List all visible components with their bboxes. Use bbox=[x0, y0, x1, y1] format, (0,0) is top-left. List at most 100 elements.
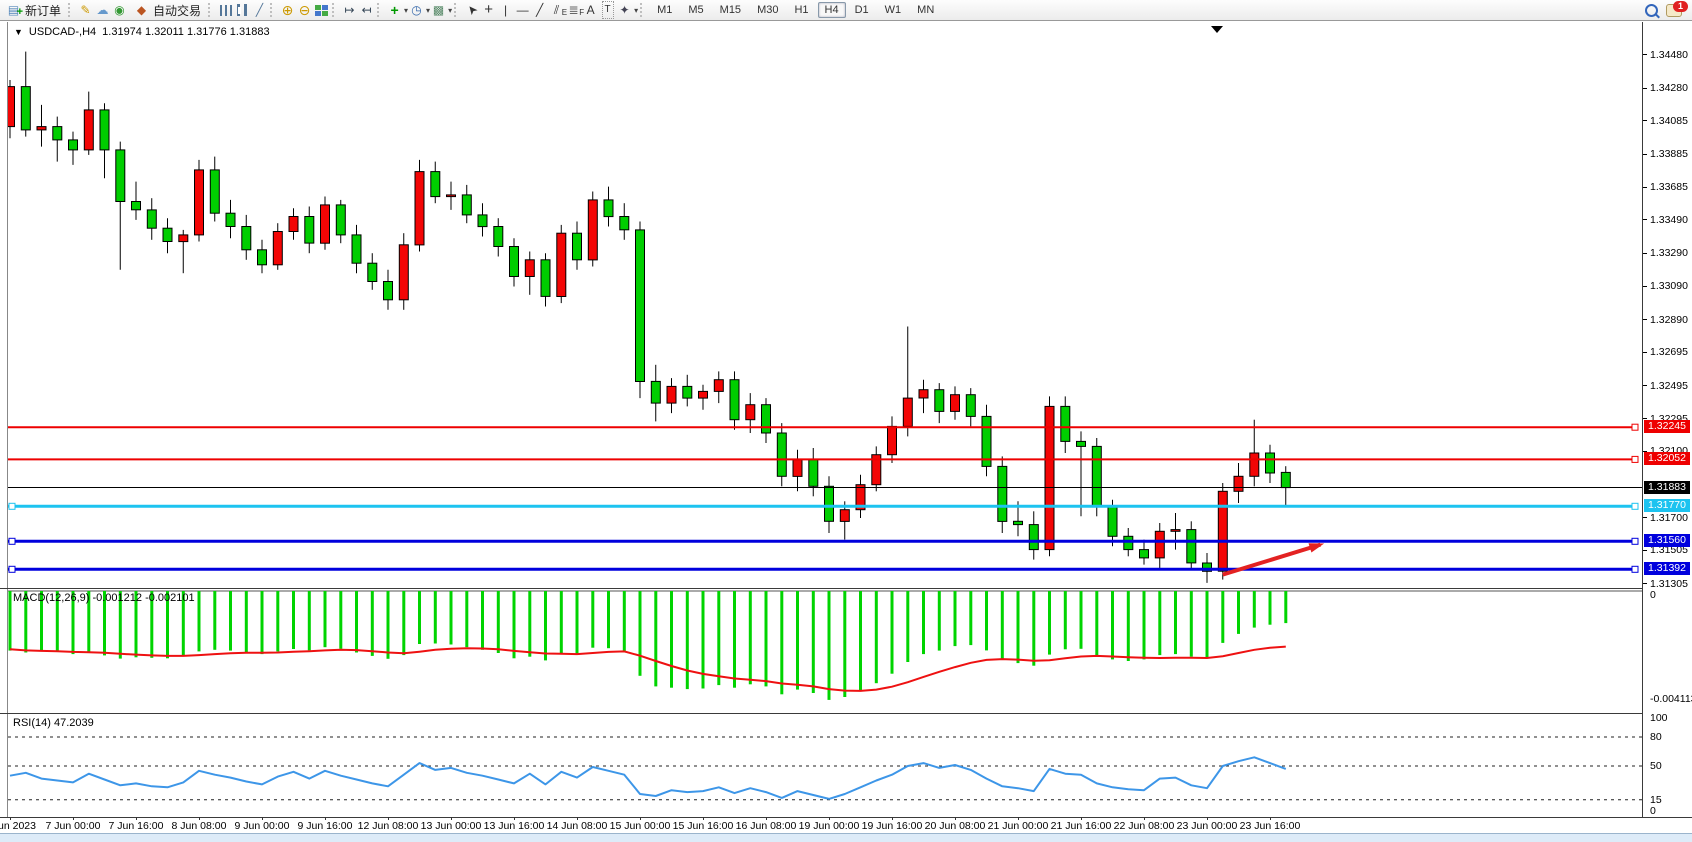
macd-panel[interactable]: MACD(12,26,9) -0.001212 -0.002101 bbox=[8, 589, 1642, 713]
candlestick-bear bbox=[258, 250, 267, 265]
timeframe-group: M1 M5 M15 M30 H1 H4 D1 W1 MN bbox=[649, 0, 942, 20]
candlestick-bear bbox=[683, 386, 692, 398]
macd-histogram-bar bbox=[418, 591, 421, 644]
macd-histogram-bar bbox=[497, 591, 500, 653]
timeframe-d1[interactable]: D1 bbox=[848, 2, 876, 18]
candlestick-bull bbox=[415, 172, 424, 245]
line-start-marker[interactable] bbox=[9, 566, 15, 572]
price-tick-mark bbox=[1643, 187, 1647, 188]
trendline-icon[interactable] bbox=[531, 2, 548, 18]
shapes-tool-icon[interactable] bbox=[616, 2, 633, 18]
tile-windows-icon[interactable] bbox=[313, 2, 330, 18]
timeframe-m30[interactable]: M30 bbox=[750, 2, 785, 18]
line-end-marker[interactable] bbox=[1632, 456, 1638, 462]
cursor-icon[interactable] bbox=[463, 2, 480, 18]
timeframe-h1[interactable]: H1 bbox=[787, 2, 815, 18]
candlestick-bear bbox=[1266, 453, 1275, 473]
metaeditor-icon[interactable] bbox=[77, 2, 94, 18]
time-axis[interactable]: 6 Jun 20237 Jun 00:007 Jun 16:008 Jun 08… bbox=[8, 818, 1642, 833]
line-start-marker[interactable] bbox=[9, 503, 15, 509]
chart-shift-marker[interactable] bbox=[1211, 26, 1223, 33]
timeframe-h4[interactable]: H4 bbox=[818, 2, 846, 18]
macd-histogram-bar bbox=[1206, 591, 1209, 658]
timeframe-m15[interactable]: M15 bbox=[713, 2, 748, 18]
chart-top-border bbox=[0, 20, 1692, 21]
fibonacci-icon[interactable] bbox=[565, 2, 582, 18]
candlestick-bull bbox=[840, 510, 849, 522]
macd-histogram-bar bbox=[891, 591, 894, 674]
search-icon[interactable] bbox=[1645, 4, 1658, 17]
timeframe-w1[interactable]: W1 bbox=[878, 2, 909, 18]
candlestick-bull bbox=[37, 127, 46, 130]
zoom-out-icon[interactable] bbox=[296, 2, 313, 18]
bar-chart-icon[interactable] bbox=[217, 2, 234, 18]
candlestick-bear bbox=[1281, 472, 1290, 487]
text-tool-icon[interactable] bbox=[582, 2, 599, 18]
notifications-icon[interactable]: 1 bbox=[1666, 4, 1682, 17]
symbol-dropdown-icon[interactable]: ▼ bbox=[14, 27, 23, 37]
macd-histogram-bar bbox=[1143, 591, 1146, 659]
macd-histogram-bar bbox=[371, 591, 374, 656]
candlestick-chart-icon[interactable] bbox=[234, 2, 251, 18]
rsi-axis-label: 80 bbox=[1650, 731, 1662, 743]
candlestick-bear bbox=[478, 215, 487, 227]
macd-histogram-bar bbox=[938, 591, 941, 651]
main-price-panel[interactable]: ▼ USDCAD-,H4 1.31974 1.32011 1.31776 1.3… bbox=[8, 22, 1642, 588]
candlestick-bear bbox=[573, 233, 582, 260]
price-tick-mark bbox=[1643, 88, 1647, 89]
macd-histogram-bar bbox=[1095, 591, 1098, 655]
signals-icon[interactable] bbox=[111, 2, 128, 18]
toolbar-separator bbox=[68, 3, 75, 17]
price-axis[interactable]: 1.344801.342801.340851.338851.336851.334… bbox=[1642, 22, 1692, 817]
equidistant-channel-icon[interactable] bbox=[548, 2, 565, 18]
macd-histogram-bar bbox=[339, 591, 342, 649]
macd-histogram-bar bbox=[513, 591, 516, 658]
indicators-icon[interactable] bbox=[386, 2, 403, 18]
macd-histogram-bar bbox=[1001, 591, 1004, 659]
horizontal-line-icon[interactable] bbox=[514, 2, 531, 18]
new-order-button[interactable]: 新订单 bbox=[0, 0, 66, 20]
price-tick-mark bbox=[1643, 583, 1647, 584]
label-tool-icon[interactable] bbox=[599, 2, 616, 18]
line-end-marker[interactable] bbox=[1632, 503, 1638, 509]
line-chart-icon[interactable] bbox=[251, 2, 268, 18]
candlestick-bear bbox=[998, 466, 1007, 521]
timeframe-m5[interactable]: M5 bbox=[681, 2, 710, 18]
chart-shift-icon[interactable] bbox=[358, 2, 375, 18]
timeframe-mn[interactable]: MN bbox=[910, 2, 941, 18]
line-end-marker[interactable] bbox=[1632, 566, 1638, 572]
macd-histogram-bar bbox=[560, 591, 563, 653]
candlestick-bear bbox=[604, 200, 613, 217]
vertical-line-icon[interactable] bbox=[497, 2, 514, 18]
candlestick-bear bbox=[966, 395, 975, 417]
community-icon[interactable] bbox=[94, 2, 111, 18]
timeframe-m1[interactable]: M1 bbox=[650, 2, 679, 18]
candlestick-bull bbox=[951, 395, 960, 412]
line-end-marker[interactable] bbox=[1632, 538, 1638, 544]
templates-icon[interactable] bbox=[430, 2, 447, 18]
macd-histogram-bar bbox=[749, 591, 752, 684]
candlestick-bear bbox=[100, 110, 109, 150]
price-tick-label: 1.31700 bbox=[1650, 512, 1688, 524]
rsi-panel[interactable]: RSI(14) 47.2039 bbox=[8, 714, 1642, 817]
macd-histogram-bar bbox=[198, 591, 201, 651]
new-order-icon bbox=[5, 2, 22, 18]
candlestick-bear bbox=[1140, 550, 1149, 558]
line-end-marker[interactable] bbox=[1632, 424, 1638, 430]
auto-scroll-icon[interactable] bbox=[341, 2, 358, 18]
macd-histogram-bar bbox=[1237, 591, 1240, 634]
crosshair-icon[interactable] bbox=[480, 2, 497, 18]
macd-histogram-bar bbox=[1253, 591, 1256, 628]
macd-histogram-bar bbox=[812, 591, 815, 693]
notification-badge: 1 bbox=[1673, 1, 1688, 12]
zoom-in-icon[interactable] bbox=[279, 2, 296, 18]
macd-histogram-bar bbox=[544, 591, 547, 660]
toolbar-separator bbox=[377, 3, 384, 17]
trend-arrow-head[interactable] bbox=[1309, 543, 1325, 552]
line-start-marker[interactable] bbox=[9, 538, 15, 544]
candlestick-bear bbox=[762, 405, 771, 433]
rsi-axis-label: 0 bbox=[1650, 805, 1656, 817]
periods-icon[interactable] bbox=[408, 2, 425, 18]
autotrading-button[interactable]: 自动交易 bbox=[128, 0, 206, 20]
main-toolbar: 新订单 自动交易 ▾ ▾ ▾ bbox=[0, 0, 1692, 21]
